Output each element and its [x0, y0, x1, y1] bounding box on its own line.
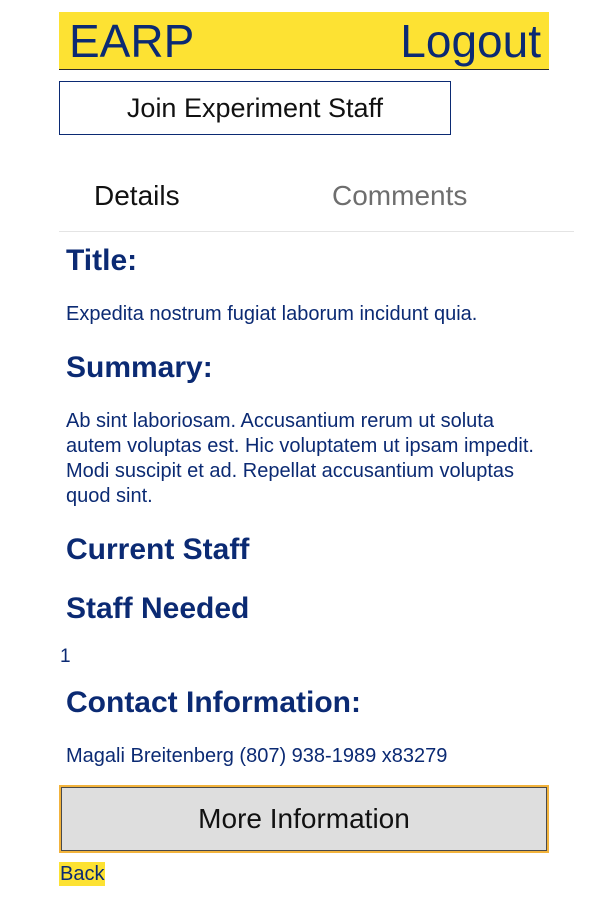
more-information-button[interactable]: More Information [59, 785, 549, 853]
tab-details[interactable]: Details [94, 178, 180, 214]
title-value: Expedita nostrum fugiat laborum incidunt… [66, 303, 478, 325]
current-staff-heading: Current Staff [66, 533, 250, 566]
join-experiment-staff-button[interactable]: Join Experiment Staff [59, 81, 451, 135]
summary-heading: Summary: [66, 351, 213, 384]
tab-comments[interactable]: Comments [332, 178, 467, 214]
app-header: EARP Logout [59, 12, 549, 70]
staff-needed-value: 1 [60, 646, 71, 667]
title-heading: Title: [66, 244, 138, 277]
contact-heading: Contact Information: [66, 686, 361, 719]
back-link[interactable]: Back [59, 862, 106, 886]
staff-needed-heading: Staff Needed [66, 592, 250, 625]
logout-link[interactable]: Logout [400, 16, 541, 66]
summary-value: Ab sint laboriosam. Accusantium rerum ut… [66, 410, 534, 507]
tab-bar: Details Comments [59, 168, 574, 232]
app-brand[interactable]: EARP [69, 16, 194, 66]
contact-value: Magali Breitenberg (807) 938-1989 x83279 [66, 745, 448, 767]
